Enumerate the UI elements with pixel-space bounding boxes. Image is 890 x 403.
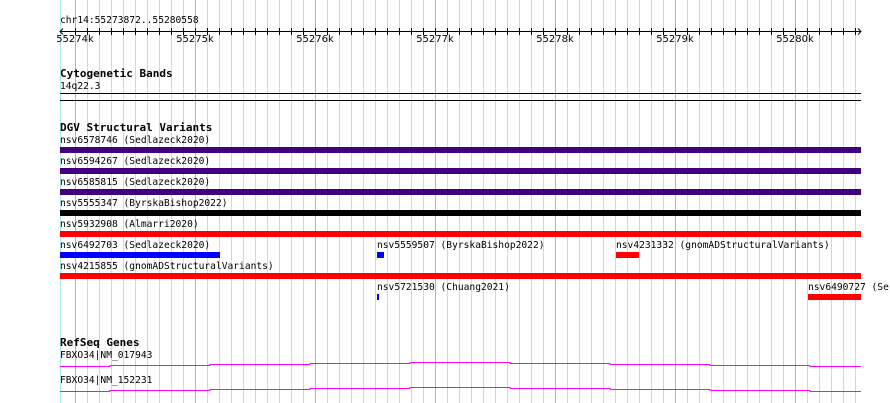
ruler-tick-label: 55278k [536,34,574,45]
ruler-tick-label: 55280k [776,34,814,45]
ruler-tick-label: 55276k [296,34,334,45]
ruler-tick-label: 55275k [176,34,214,45]
dgv-feature-label[interactable]: nsv6594267 (Sedlazeck2020) [60,156,210,167]
dgv-feature-bar [60,147,861,153]
dgv-feature-bar [60,168,861,174]
track-title-refseq-genes[interactable]: RefSeq Genes [60,337,139,348]
track-title-cytogenetic-bands[interactable]: Cytogenetic Bands [60,68,173,79]
dgv-feature-bar [60,231,861,237]
ruler-tick-label: 55279k [656,34,694,45]
dgv-feature-label[interactable]: nsv6492703 (Sedlazeck2020) [60,240,210,251]
dgv-feature-label[interactable]: nsv5721530 (Chuang2021) [377,282,510,293]
dgv-feature-label[interactable]: nsv6585815 (Sedlazeck2020) [60,177,210,188]
cytoband-label: 14q22.3 [60,81,101,92]
dgv-feature-label[interactable]: nsv5555347 (ByrskaBishop2022) [60,198,228,209]
ruler-tick-label: 55277k [416,34,454,45]
dgv-feature-bar [60,210,861,216]
dgv-feature-bar [377,294,379,300]
dgv-feature-bar [60,273,861,279]
dgv-feature-label[interactable]: nsv5932908 (Almarri2020) [60,219,199,230]
dgv-feature-label[interactable]: nsv6578746 (Sedlazeck2020) [60,135,210,146]
dgv-feature-bar [616,252,639,258]
dgv-feature-label[interactable]: nsv4231332 (gnomADStructuralVariants) [616,240,830,251]
dgv-feature-bar [808,294,861,300]
dgv-feature-bar [377,252,384,258]
ruler-tick-label: 55274k [56,34,94,45]
dgv-feature-label[interactable]: nsv5559507 (ByrskaBishop2022) [377,240,545,251]
genome-browser-panel: chr14:55273872..55280558 55274k 55275k 5… [0,0,890,403]
gene-label[interactable]: FBXO34|NM_017943 [60,350,152,361]
gene-label[interactable]: FBXO34|NM_152231 [60,375,152,386]
dgv-feature-bar [60,252,220,258]
dgv-feature-label[interactable]: nsv6490727 (Se [808,282,889,293]
gene-model [60,362,861,367]
dgv-feature-label[interactable]: nsv4215855 (gnomADStructuralVariants) [60,261,274,272]
gene-model [60,387,861,392]
track-title-dgv[interactable]: DGV Structural Variants [60,122,212,133]
region-label: chr14:55273872..55280558 [60,15,199,26]
dgv-feature-bar [60,189,861,195]
